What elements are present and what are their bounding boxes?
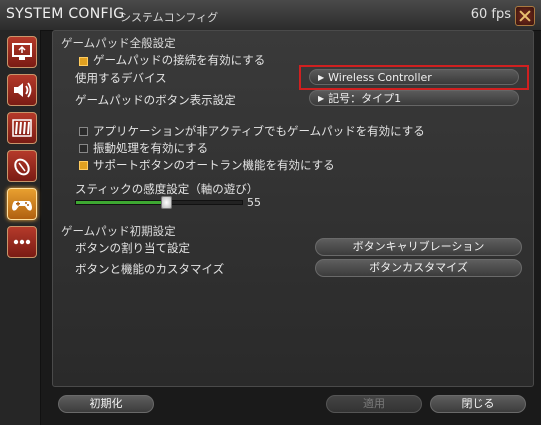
stripes-icon [12, 119, 32, 137]
gamepad-icon [12, 201, 32, 211]
enable-gamepad-label: ゲームパッドの接続を有効にする [93, 53, 266, 67]
button-display-select-value: 記号：タイプ1 [328, 92, 402, 105]
sidebar-item-mouse[interactable] [7, 150, 37, 182]
monitor-icon [12, 43, 32, 60]
triangle-right-icon: ▶ [318, 94, 325, 103]
stick-slider-value: 55 [247, 196, 261, 209]
initial-settings-header: ゲームパッド初期設定 [61, 224, 176, 238]
stick-slider-fill [76, 201, 164, 204]
stick-sensitivity-label: スティックの感度設定（軸の遊び） [75, 182, 259, 196]
sidebar-item-more[interactable] [7, 226, 37, 258]
sidebar-item-gamepad[interactable] [7, 188, 37, 220]
category-sidebar [0, 30, 41, 425]
footer-bar: 初期化 適用 閉じる [52, 386, 532, 420]
fps-counter: 60 fps [470, 7, 511, 22]
button-customize-button[interactable]: ボタンカスタマイズ [315, 259, 522, 277]
button-assign-label: ボタンの割り当て設定 [75, 241, 190, 255]
sidebar-item-sound[interactable] [7, 74, 37, 106]
apply-button[interactable]: 適用 [326, 395, 422, 413]
inactive-enable-label: アプリケーションが非アクティブでもゲームパッドを有効にする [93, 124, 425, 138]
customize-label: ボタンと機能のカスタマイズ [75, 262, 225, 276]
close-button[interactable]: 閉じる [430, 395, 526, 413]
window-subtitle: システムコンフィグ [120, 11, 219, 24]
mouse-icon [14, 158, 30, 176]
vibration-checkbox[interactable] [79, 144, 88, 153]
window-title: SYSTEM CONFIG [6, 6, 125, 22]
title-bar: SYSTEM CONFIG システムコンフィグ 60 fps [0, 0, 541, 31]
reset-button[interactable]: 初期化 [58, 395, 154, 413]
inactive-enable-checkbox[interactable] [79, 127, 88, 136]
button-display-select[interactable]: ▶ 記号：タイプ1 [309, 90, 519, 106]
support-autorun-checkbox[interactable] [79, 161, 88, 170]
sidebar-item-other[interactable] [7, 112, 37, 144]
support-autorun-label: サポートボタンのオートラン機能を有効にする [93, 158, 335, 172]
gamepad-settings-panel: ゲームパッド全般設定 ゲームパッドの接続を有効にする 使用するデバイス ▶ Wir… [52, 30, 534, 387]
speaker-icon [14, 82, 32, 98]
more-icon [13, 239, 31, 245]
close-icon[interactable] [515, 6, 535, 26]
general-settings-header: ゲームパッド全般設定 [61, 36, 176, 50]
sidebar-item-display[interactable] [7, 36, 37, 68]
stick-slider-handle[interactable] [161, 196, 172, 209]
enable-gamepad-checkbox[interactable] [79, 57, 88, 66]
button-calibration-button[interactable]: ボタンキャリブレーション [315, 238, 522, 256]
button-display-label: ゲームパッドのボタン表示設定 [75, 93, 236, 107]
highlight-frame [299, 65, 529, 90]
vibration-label: 振動処理を有効にする [93, 141, 209, 155]
device-label: 使用するデバイス [75, 71, 167, 85]
